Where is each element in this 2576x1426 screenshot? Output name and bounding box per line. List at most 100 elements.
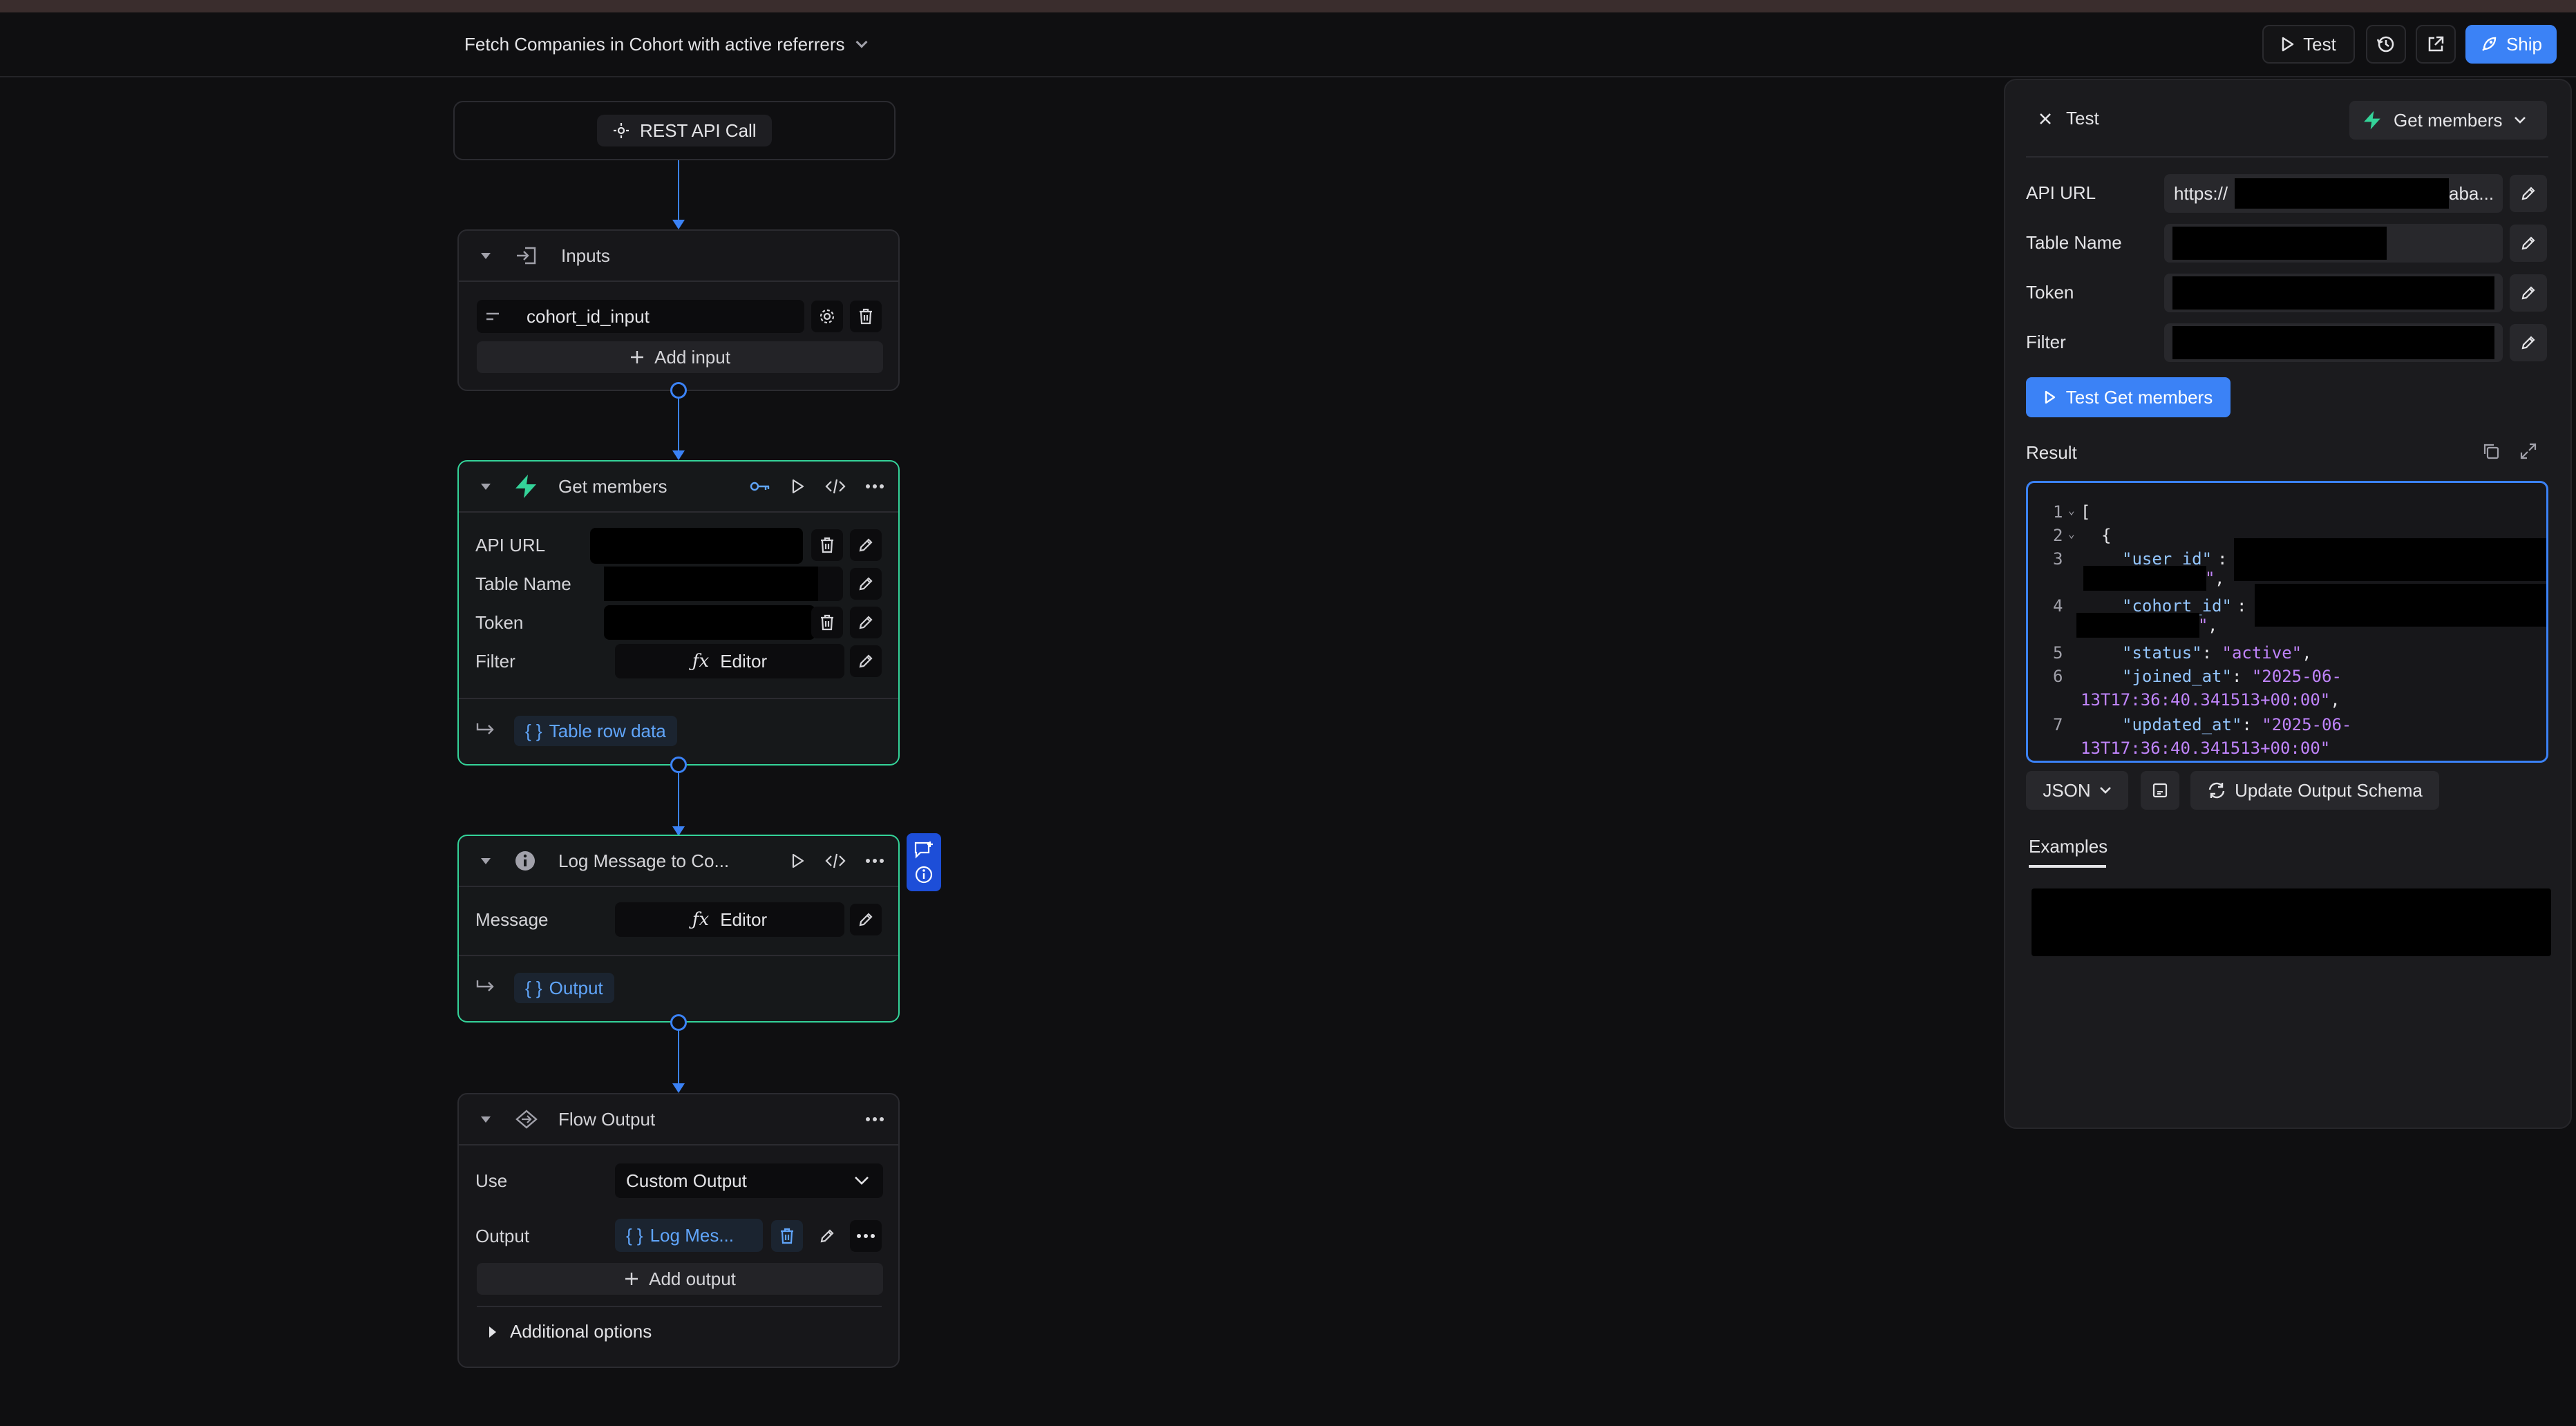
output-more-button[interactable]	[850, 1220, 882, 1252]
code-icon[interactable]	[825, 478, 846, 495]
test-get-members-button[interactable]: Test Get members	[2026, 377, 2231, 417]
api-url-edit-button[interactable]	[2510, 175, 2547, 212]
ship-button[interactable]: Ship	[2465, 25, 2557, 64]
save-button[interactable]	[2141, 771, 2179, 810]
token-field[interactable]	[604, 605, 815, 640]
test-button[interactable]: Test	[2262, 25, 2355, 64]
collapse-caret-icon[interactable]	[481, 857, 491, 864]
history-button[interactable]	[2366, 25, 2406, 64]
play-icon	[2282, 37, 2294, 52]
collapse-caret-icon[interactable]	[481, 252, 491, 259]
get-members-node-header: Get members	[459, 462, 898, 513]
token-edit-button[interactable]	[2510, 274, 2547, 312]
table-name-edit-button[interactable]	[850, 568, 882, 600]
play-icon[interactable]	[790, 478, 806, 495]
open-external-button[interactable]	[2416, 25, 2456, 64]
use-select[interactable]: Custom Output	[615, 1163, 883, 1198]
filter-edit-button[interactable]	[2510, 324, 2547, 361]
more-icon[interactable]	[865, 484, 884, 489]
table-name-input[interactable]	[2164, 224, 2503, 263]
filter-input[interactable]	[2164, 323, 2503, 362]
pencil-icon	[2521, 236, 2535, 250]
table-name-edit-button[interactable]	[2510, 225, 2547, 262]
additional-options-toggle[interactable]: Additional options	[489, 1321, 652, 1342]
collapse-caret-icon[interactable]	[481, 1116, 491, 1123]
line-number: 5	[2053, 643, 2063, 663]
table-name-field[interactable]	[604, 567, 843, 601]
output-value-tag[interactable]: { } Log Mes...	[615, 1219, 763, 1252]
table-row-data-tag[interactable]: { } Table row data	[514, 716, 677, 746]
expand-icon[interactable]	[2519, 442, 2537, 460]
braces-icon: { }	[525, 977, 542, 998]
add-output-button[interactable]: Add output	[477, 1263, 883, 1295]
result-label: Result	[2026, 442, 2077, 463]
tab-examples[interactable]: Examples	[2029, 836, 2108, 857]
api-url-edit-button[interactable]	[850, 529, 882, 561]
pencil-icon	[2521, 187, 2535, 200]
connector-line	[678, 399, 679, 458]
key-icon[interactable]	[749, 479, 771, 494]
divider	[477, 1306, 882, 1307]
connector-handle[interactable]	[670, 1014, 687, 1031]
code-key: "joined_at"	[2122, 667, 2232, 686]
result-code-editor[interactable]: 1 ⌄ [ 2 ⌄ { 3 "user_id" : " , 4 "cohort_…	[2026, 481, 2548, 763]
log-message-node[interactable]: Log Message to Co... Message ƒx Editor {…	[457, 835, 900, 1023]
info-icon[interactable]	[914, 865, 934, 884]
input-row-cohort-id[interactable]: cohort_id_input	[477, 300, 804, 333]
filter-editor-field[interactable]: ƒx Editor	[615, 644, 844, 678]
add-input-button[interactable]: Add input	[477, 341, 883, 373]
fold-chevron-icon[interactable]: ⌄	[2068, 527, 2075, 540]
divider	[459, 698, 898, 699]
rest-api-call-label: REST API Call	[640, 120, 757, 141]
function-icon: ƒx	[692, 909, 710, 930]
inputs-node[interactable]: Inputs cohort_id_input Add input	[457, 229, 900, 391]
play-icon[interactable]	[790, 853, 806, 869]
message-edit-button[interactable]	[850, 904, 882, 935]
connector-handle[interactable]	[670, 382, 687, 399]
api-icon	[614, 123, 629, 138]
input-delete-button[interactable]	[850, 301, 882, 332]
copy-icon[interactable]	[2482, 442, 2500, 460]
history-icon	[2376, 36, 2394, 53]
connector-handle[interactable]	[670, 757, 687, 773]
more-icon[interactable]	[865, 858, 884, 864]
additional-options-label: Additional options	[510, 1321, 652, 1342]
code-icon[interactable]	[825, 853, 846, 869]
inputs-node-title: Inputs	[561, 245, 610, 266]
api-url-field[interactable]	[590, 528, 803, 564]
input-name: cohort_id_input	[527, 306, 650, 327]
more-icon[interactable]	[865, 1116, 884, 1122]
code-colon: :	[2217, 549, 2228, 569]
output-edit-button[interactable]	[811, 1220, 843, 1252]
gear-icon	[820, 309, 835, 324]
api-url-delete-button[interactable]	[811, 529, 843, 561]
rest-api-call-node[interactable]: REST API Call	[453, 101, 896, 160]
token-edit-button[interactable]	[850, 607, 882, 638]
add-comment-icon[interactable]	[913, 840, 934, 859]
token-delete-button[interactable]	[811, 607, 843, 638]
rest-api-call-pill[interactable]: REST API Call	[597, 115, 772, 146]
collapse-caret-icon[interactable]	[481, 483, 491, 490]
filter-edit-button[interactable]	[850, 645, 882, 677]
flow-title-dropdown[interactable]: Fetch Companies in Cohort with active re…	[464, 30, 868, 58]
output-delete-button[interactable]	[771, 1220, 803, 1252]
line-number: 3	[2053, 549, 2063, 569]
input-settings-button[interactable]	[811, 301, 843, 332]
get-members-node-actions	[749, 478, 884, 495]
tab-active-indicator	[2029, 865, 2106, 868]
output-tag[interactable]: { } Output	[514, 973, 614, 1003]
api-url-input[interactable]: https:// aba...	[2164, 174, 2503, 213]
format-select[interactable]: JSON	[2026, 771, 2128, 810]
get-members-node[interactable]: Get members API URL Table Name Token Fil…	[457, 460, 900, 766]
fold-chevron-icon[interactable]: ⌄	[2068, 504, 2075, 517]
node-side-toolbar[interactable]	[907, 833, 941, 891]
message-editor-field[interactable]: ƒx Editor	[615, 902, 844, 937]
connector-arrow	[672, 220, 685, 229]
log-message-node-title: Log Message to Co...	[558, 850, 730, 871]
node-select[interactable]: Get members	[2349, 101, 2547, 140]
update-output-schema-button[interactable]: Update Output Schema	[2190, 771, 2439, 810]
close-test-panel-button[interactable]: Test	[2038, 108, 2099, 129]
token-input[interactable]	[2164, 274, 2503, 312]
flow-output-node[interactable]: Flow Output Use Custom Output Output { }…	[457, 1093, 900, 1368]
return-arrow-icon	[476, 980, 494, 991]
